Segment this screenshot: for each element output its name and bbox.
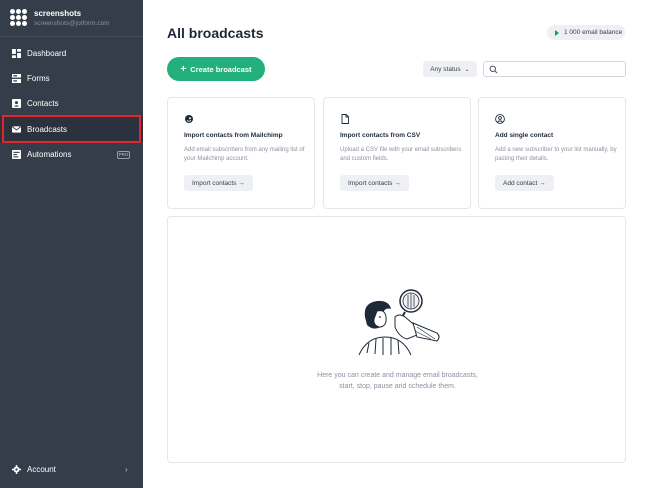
- card-title: Add single contact: [495, 132, 554, 139]
- import-contacts-button[interactable]: Import contacts →: [184, 175, 253, 191]
- status-filter-label: Any status: [430, 65, 461, 73]
- empty-state-line-1: Here you can create and manage email bro…: [317, 372, 478, 379]
- empty-state-text: Here you can create and manage email bro…: [168, 370, 627, 392]
- file-icon: [341, 114, 349, 124]
- card-description: Add a new subscriber to your list manual…: [495, 147, 617, 162]
- email-balance-badge[interactable]: 1 000 email balance: [547, 25, 625, 40]
- sidebar-item-dashboard[interactable]: Dashboard: [0, 41, 143, 66]
- workspace-email: screenshots@jotform.com: [34, 20, 110, 27]
- sidebar-item-account[interactable]: Account: [0, 457, 143, 482]
- sidebar: screenshots screenshots@jotform.com Dash…: [0, 0, 143, 488]
- card-title: Import contacts from Mailchimp: [184, 132, 283, 139]
- empty-state-line-2: start, stop, pause and schedule them.: [339, 383, 456, 390]
- create-broadcast-button[interactable]: + Create broadcast: [167, 57, 265, 81]
- page-title: All broadcasts: [167, 25, 264, 41]
- chevron-down-icon: ⌄: [464, 66, 470, 73]
- add-contact-button[interactable]: Add contact →: [495, 175, 554, 191]
- sidebar-item-contacts[interactable]: Contacts: [0, 91, 143, 116]
- status-filter-select[interactable]: Any status ⌄: [423, 61, 477, 77]
- gear-icon: [12, 465, 21, 474]
- contacts-icon: [12, 99, 21, 108]
- dashboard-icon: [12, 49, 21, 58]
- forms-icon: [12, 74, 21, 83]
- create-broadcast-label: Create broadcast: [190, 64, 252, 74]
- add-single-contact-card: Add single contact Add a new subscriber …: [478, 97, 626, 209]
- sidebar-item-label: Account: [27, 465, 56, 474]
- pro-badge: PRO: [117, 151, 130, 159]
- import-csv-card: Import contacts from CSV Upload a CSV fi…: [323, 97, 471, 209]
- balance-label: 1 000 email balance: [564, 29, 623, 36]
- search-input[interactable]: [483, 61, 626, 77]
- main-content: All broadcasts 1 000 email balance + Cre…: [143, 0, 650, 488]
- highlight-box: [2, 115, 141, 143]
- card-title: Import contacts from CSV: [340, 132, 421, 139]
- logo-icon: [10, 9, 27, 26]
- plus-icon: +: [180, 63, 187, 75]
- workspace-name: screenshots: [34, 9, 82, 18]
- sidebar-item-label: Dashboard: [27, 49, 67, 58]
- workspace-header[interactable]: screenshots screenshots@jotform.com: [0, 0, 143, 37]
- sidebar-item-label: Forms: [27, 74, 50, 83]
- automations-icon: [12, 150, 21, 159]
- sidebar-item-label: Automations: [27, 150, 72, 159]
- play-icon: [555, 29, 559, 36]
- magnifier-person-illustration: [358, 289, 440, 356]
- import-mailchimp-card: Import contacts from Mailchimp Add email…: [167, 97, 315, 209]
- search-icon: [489, 65, 498, 74]
- card-description: Add email subscribers from any mailing l…: [184, 147, 305, 162]
- chevron-right-icon: ›: [125, 465, 128, 474]
- user-circle-icon: [495, 114, 505, 124]
- mailchimp-icon: [185, 115, 193, 123]
- sidebar-item-label: Contacts: [27, 99, 59, 108]
- empty-state-panel: Here you can create and manage email bro…: [167, 216, 626, 463]
- sidebar-item-forms[interactable]: Forms: [0, 66, 143, 91]
- card-description: Upload a CSV file with your email subscr…: [340, 147, 462, 162]
- import-contacts-button[interactable]: Import contacts →: [340, 175, 409, 191]
